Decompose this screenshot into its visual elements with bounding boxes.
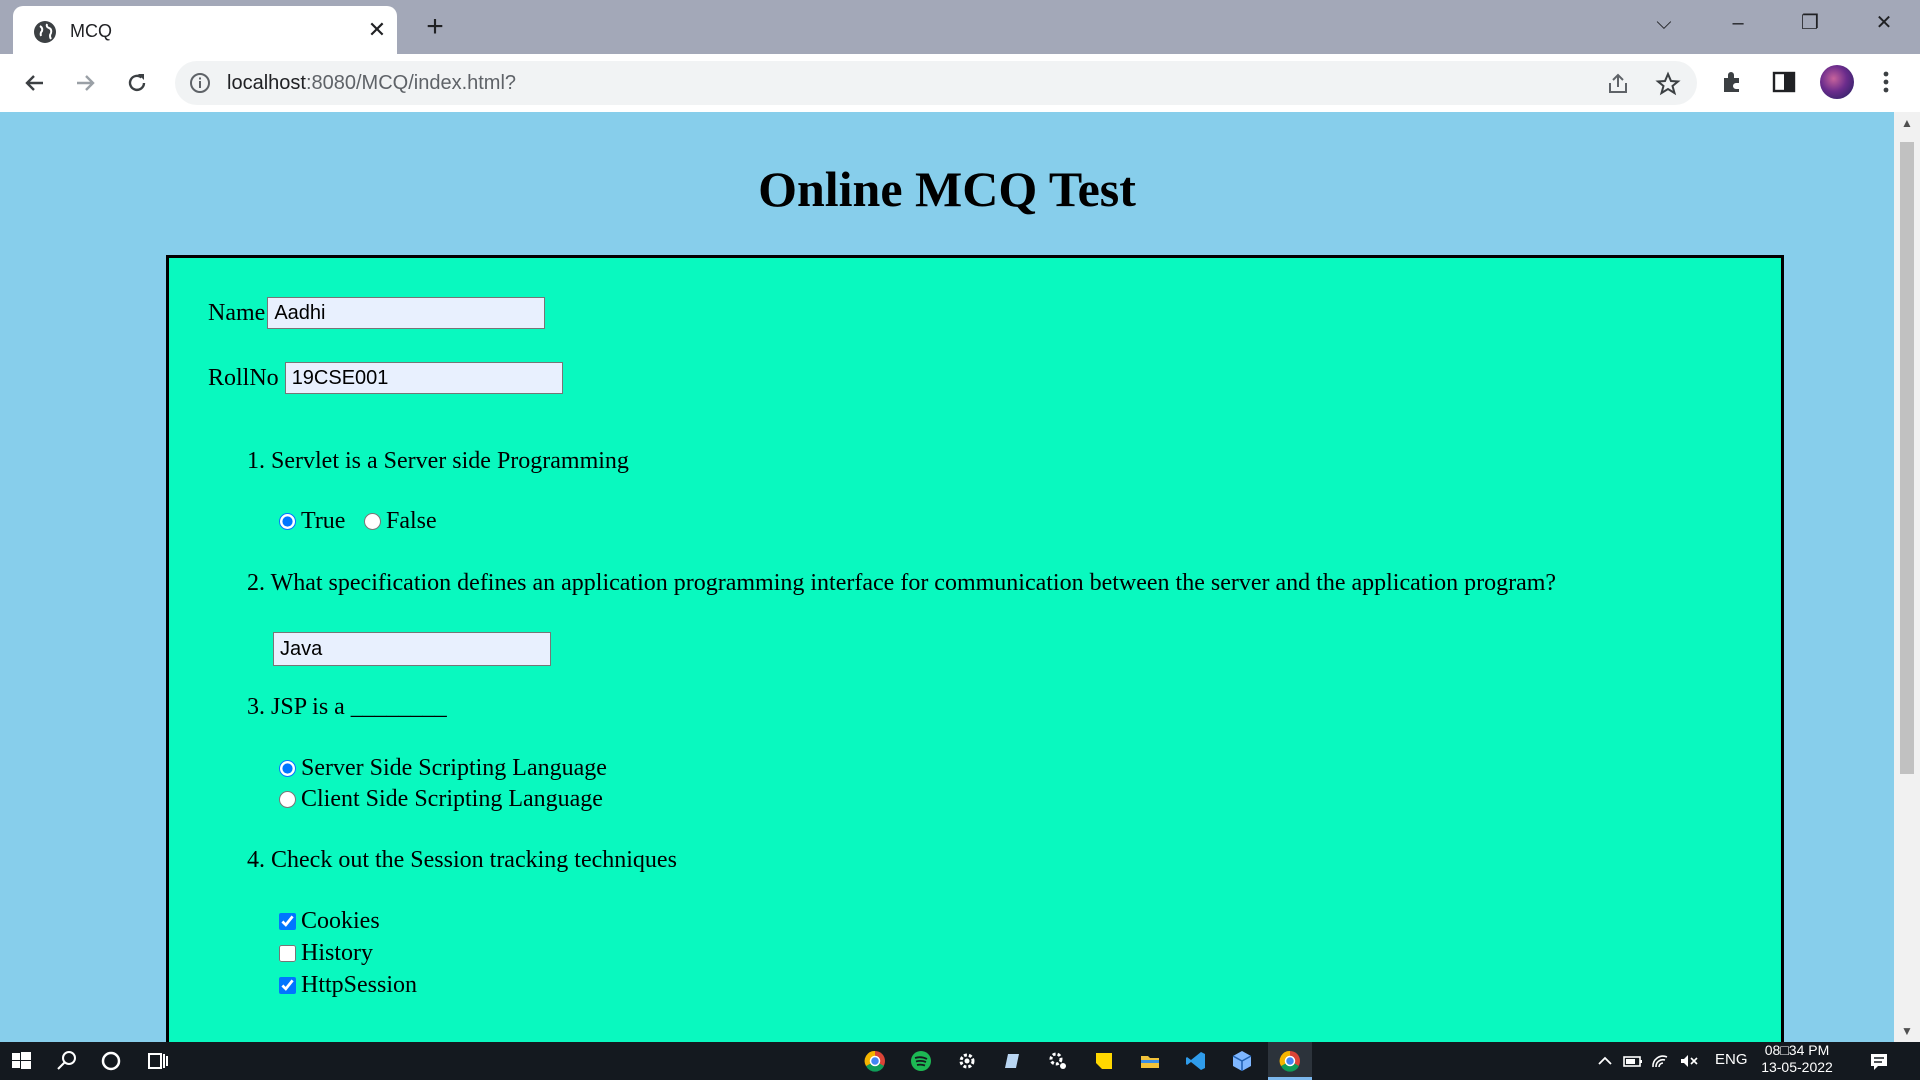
url-text: localhost:8080/MCQ/index.html? [227, 72, 516, 95]
control-panel-icon[interactable] [1043, 1046, 1073, 1076]
info-icon[interactable] [189, 72, 211, 94]
q3-option-server[interactable]: Server Side Scripting Language [279, 755, 607, 782]
question-number: 1. [247, 448, 265, 474]
star-icon[interactable] [1655, 71, 1681, 97]
rollno-row: RollNo [208, 362, 563, 394]
tab-close-icon[interactable]: ✕ [363, 16, 391, 44]
language-indicator[interactable]: ENG [1715, 1051, 1748, 1068]
back-button[interactable] [18, 66, 52, 100]
q3-client-radio[interactable] [279, 791, 296, 808]
notes-app-icon[interactable] [997, 1046, 1027, 1076]
rollno-label: RollNo [208, 364, 279, 391]
page-title: Online MCQ Test [758, 161, 1136, 217]
tab-strip: MCQ ✕ + ⌵ – ❐ ✕ [0, 0, 1920, 54]
url-path: :8080/MCQ/index.html? [305, 72, 517, 94]
q4-option-cookies[interactable]: Cookies [279, 908, 380, 935]
scrollbar-thumb[interactable] [1900, 142, 1914, 774]
virtualbox-icon[interactable] [1227, 1046, 1257, 1076]
rollno-input[interactable] [284, 362, 563, 394]
clock-time: 08□34 PM [1764, 1042, 1830, 1058]
taskbar: ENG 08□34 PM 13-05-2022 [0, 1042, 1920, 1080]
question-number: 2. [247, 570, 265, 596]
q4-option-history[interactable]: History [279, 940, 373, 967]
page-scrollbar[interactable]: ▲ ▼ [1894, 112, 1920, 1042]
chevron-up-icon[interactable] [1590, 1046, 1620, 1076]
kebab-menu-icon[interactable] [1872, 68, 1900, 96]
reload-button[interactable] [120, 66, 154, 100]
question-text: Check out the Session tracking technique… [271, 847, 677, 873]
battery-icon[interactable] [1618, 1046, 1648, 1076]
arrow-left-icon [25, 75, 43, 91]
arrow-right-icon [77, 75, 95, 91]
mcq-form: Name RollNo 1. Servlet is a Server side … [166, 255, 1784, 1042]
name-label: Name [208, 299, 266, 326]
page-viewport: Online MCQ Test Name RollNo 1. Servlet i… [0, 112, 1894, 1042]
option-label: Cookies [301, 908, 380, 934]
option-label: HttpSession [301, 972, 418, 998]
q2-answer-input[interactable] [273, 632, 551, 666]
question-text: What specification defines an applicatio… [270, 570, 1557, 596]
sticky-notes-icon[interactable] [1089, 1046, 1119, 1076]
windows-start-icon[interactable] [6, 1046, 36, 1076]
question-4: 4. Check out the Session tracking techni… [247, 847, 677, 874]
option-label: Server Side Scripting Language [301, 755, 607, 781]
search-icon[interactable] [52, 1046, 82, 1076]
scroll-down-arrow-icon[interactable]: ▼ [1900, 1024, 1914, 1038]
url-host: localhost [227, 72, 306, 94]
tab-search-chevron-icon[interactable]: ⌵ [1640, 8, 1688, 38]
forward-button[interactable] [68, 66, 102, 100]
scroll-up-arrow-icon[interactable]: ▲ [1900, 116, 1914, 130]
new-tab-button[interactable]: + [418, 10, 452, 44]
browser-toolbar: localhost:8080/MCQ/index.html? [0, 54, 1920, 112]
question-1: 1. Servlet is a Server side Programming [247, 448, 629, 475]
share-icon[interactable] [1605, 71, 1631, 97]
reload-icon [128, 74, 146, 92]
q1-option-false[interactable]: False [364, 508, 437, 535]
address-bar[interactable]: localhost:8080/MCQ/index.html? [175, 61, 1697, 105]
browser-tab[interactable]: MCQ ✕ [13, 6, 397, 54]
window-close-button[interactable]: ✕ [1860, 8, 1908, 38]
minimize-button[interactable]: – [1714, 8, 1762, 38]
q4-cookies-checkbox[interactable] [279, 913, 296, 930]
notification-icon[interactable] [1864, 1046, 1894, 1076]
side-panel-icon[interactable] [1770, 68, 1798, 96]
name-input[interactable] [267, 297, 546, 329]
option-label: Client Side Scripting Language [301, 786, 603, 812]
option-label: True [301, 508, 346, 534]
question-number: 4. [247, 847, 265, 873]
option-label: History [301, 940, 373, 966]
question-text: Servlet is a Server side Programming [271, 448, 629, 474]
q3-server-radio[interactable] [279, 760, 296, 777]
vscode-icon[interactable] [1181, 1046, 1211, 1076]
clock-date: 13-05-2022 [1761, 1059, 1833, 1075]
settings-gear-icon[interactable] [952, 1046, 982, 1076]
spotify-icon[interactable] [906, 1046, 936, 1076]
question-2: 2. What specification defines an applica… [247, 570, 1556, 597]
cortana-icon[interactable] [96, 1046, 126, 1076]
restore-button[interactable]: ❐ [1786, 8, 1834, 38]
extensions-icon[interactable] [1718, 68, 1746, 96]
wifi-icon[interactable] [1646, 1046, 1676, 1076]
chrome-active-icon[interactable] [1275, 1046, 1305, 1076]
question-number: 3. [247, 694, 265, 720]
chrome-app-icon[interactable] [860, 1046, 890, 1076]
speaker-muted-icon[interactable] [1674, 1046, 1704, 1076]
q4-httpsession-checkbox[interactable] [279, 977, 296, 994]
task-view-icon[interactable] [142, 1046, 172, 1076]
taskbar-clock[interactable]: 08□34 PM 13-05-2022 [1752, 1042, 1842, 1076]
q1-true-radio[interactable] [279, 513, 296, 530]
q3-option-client[interactable]: Client Side Scripting Language [279, 786, 603, 813]
q1-false-radio[interactable] [364, 513, 381, 530]
globe-icon [34, 21, 56, 43]
q4-option-httpsession[interactable]: HttpSession [279, 972, 417, 999]
file-explorer-icon[interactable] [1135, 1046, 1165, 1076]
q1-option-true[interactable]: True [279, 508, 345, 535]
question-text: JSP is a ________ [271, 694, 447, 720]
question-3: 3. JSP is a ________ [247, 694, 447, 721]
tab-title: MCQ [70, 21, 112, 41]
q4-history-checkbox[interactable] [279, 945, 296, 962]
profile-avatar[interactable] [1820, 65, 1854, 99]
option-label: False [386, 508, 437, 534]
name-row: Name [208, 297, 546, 329]
